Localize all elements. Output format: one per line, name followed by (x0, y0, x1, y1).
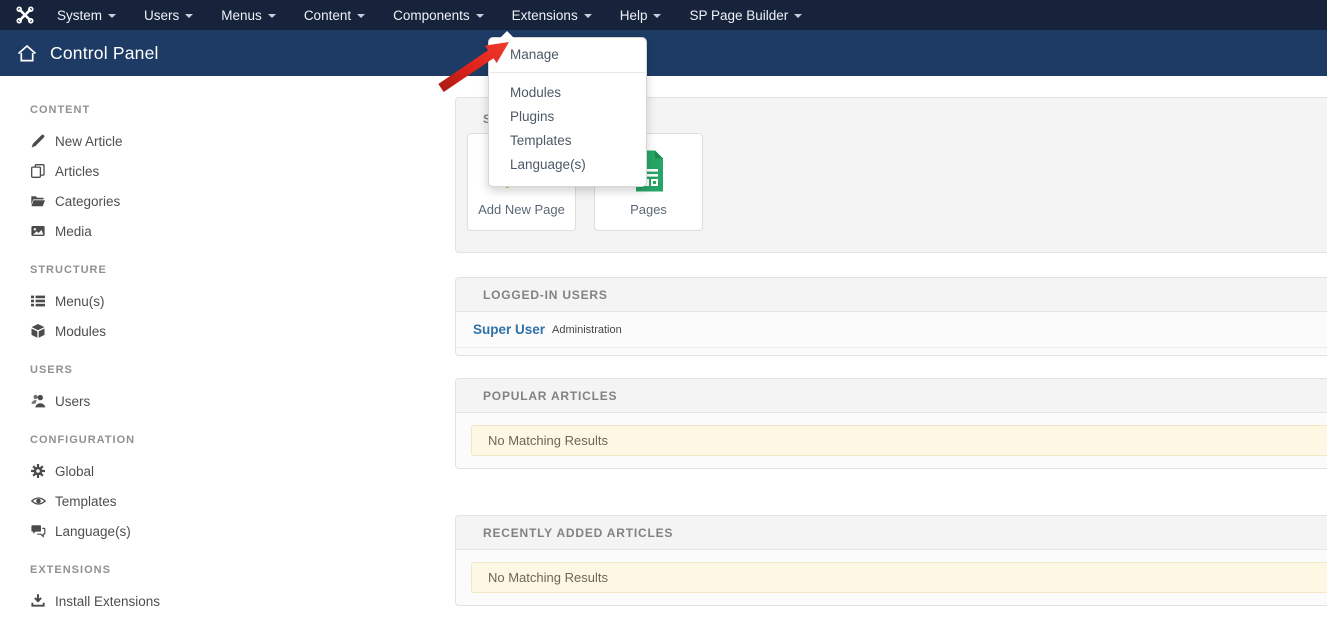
sidebar-section-users: USERS Users (30, 356, 455, 416)
dropdown-item-modules[interactable]: Modules (489, 81, 646, 105)
sidebar-item-articles[interactable]: Articles (30, 156, 455, 186)
dropdown-item-manage[interactable]: Manage (489, 43, 646, 67)
menu-menus[interactable]: Menus (207, 0, 290, 30)
menu-help-label: Help (620, 8, 648, 23)
menu-system[interactable]: System (43, 0, 130, 30)
dropdown-item-templates[interactable]: Templates (489, 129, 646, 153)
caret-down-icon (794, 14, 802, 18)
menu-content-label: Content (304, 8, 351, 23)
sidebar: CONTENT New Article Articles Categories … (0, 76, 455, 635)
add-new-page-label: Add New Page (468, 202, 575, 217)
sidebar-item-modules[interactable]: Modules (30, 316, 455, 346)
menu-sp-page-builder-label: SP Page Builder (689, 8, 788, 23)
eye-icon (30, 494, 46, 509)
pencil-icon (30, 134, 46, 149)
super-user-link[interactable]: Super User (473, 322, 545, 337)
no-results-alert: No Matching Results (471, 425, 1327, 456)
recent-articles-header: RECENTLY ADDED ARTICLES (456, 516, 1327, 550)
caret-down-icon (268, 14, 276, 18)
sidebar-header-structure: STRUCTURE (30, 256, 455, 286)
user-icon (30, 394, 46, 409)
gear-icon (30, 464, 46, 479)
popular-articles-header: POPULAR ARTICLES (456, 379, 1327, 413)
recent-articles-panel: RECENTLY ADDED ARTICLES No Matching Resu… (455, 515, 1327, 606)
sidebar-item-new-article[interactable]: New Article (30, 126, 455, 156)
download-icon (30, 594, 46, 609)
page-title: Control Panel (50, 43, 159, 64)
sidebar-item-label: Categories (55, 194, 120, 209)
menu-content[interactable]: Content (290, 0, 379, 30)
copy-icon (30, 164, 46, 179)
menu-users[interactable]: Users (130, 0, 207, 30)
caret-down-icon (108, 14, 116, 18)
menu-extensions-label: Extensions (512, 8, 578, 23)
logged-in-users-header: LOGGED-IN USERS (456, 278, 1327, 312)
menu-system-label: System (57, 8, 102, 23)
sidebar-item-label: Articles (55, 164, 99, 179)
sidebar-item-label: Global (55, 464, 94, 479)
menu-help[interactable]: Help (606, 0, 676, 30)
sidebar-header-content: CONTENT (30, 96, 455, 126)
sidebar-item-label: Users (55, 394, 90, 409)
sidebar-item-label: Install Extensions (55, 594, 160, 609)
caret-down-icon (584, 14, 592, 18)
sidebar-item-categories[interactable]: Categories (30, 186, 455, 216)
sidebar-item-menus[interactable]: Menu(s) (30, 286, 455, 316)
menu-users-label: Users (144, 8, 179, 23)
logged-in-user-row: Super User Administration (456, 312, 1327, 348)
sidebar-item-label: Menu(s) (55, 294, 105, 309)
caret-down-icon (653, 14, 661, 18)
sidebar-header-extensions: EXTENSIONS (30, 556, 455, 586)
home-icon (17, 44, 37, 63)
sidebar-item-label: Modules (55, 324, 106, 339)
sidebar-section-configuration: CONFIGURATION Global Templates Language(… (30, 426, 455, 546)
dropdown-item-plugins[interactable]: Plugins (489, 105, 646, 129)
dropdown-divider (490, 72, 645, 73)
sidebar-item-templates[interactable]: Templates (30, 486, 455, 516)
caret-down-icon (185, 14, 193, 18)
sidebar-item-media[interactable]: Media (30, 216, 455, 246)
user-location-label: Administration (552, 324, 622, 336)
top-navbar: System Users Menus Content Components Ex… (0, 0, 1327, 30)
menu-components-label: Components (393, 8, 470, 23)
sidebar-item-label: Language(s) (55, 524, 131, 539)
sidebar-header-users: USERS (30, 356, 455, 386)
menu-components[interactable]: Components (379, 0, 498, 30)
popular-articles-panel: POPULAR ARTICLES No Matching Results (455, 378, 1327, 469)
menu-sp-page-builder[interactable]: SP Page Builder (675, 0, 816, 30)
sidebar-section-structure: STRUCTURE Menu(s) Modules (30, 256, 455, 346)
title-bar: Control Panel (0, 30, 1327, 76)
sidebar-section-content: CONTENT New Article Articles Categories … (30, 96, 455, 246)
pages-label: Pages (595, 202, 702, 217)
caret-down-icon (476, 14, 484, 18)
sidebar-item-users[interactable]: Users (30, 386, 455, 416)
sidebar-item-global[interactable]: Global (30, 456, 455, 486)
image-icon (30, 224, 46, 239)
no-results-alert: No Matching Results (471, 562, 1327, 593)
cube-icon (30, 324, 46, 339)
caret-down-icon (357, 14, 365, 18)
sidebar-header-configuration: CONFIGURATION (30, 426, 455, 456)
list-icon (30, 294, 46, 309)
sidebar-section-extensions: EXTENSIONS Install Extensions (30, 556, 455, 616)
joomla-logo-icon[interactable] (16, 6, 34, 24)
dropdown-item-languages[interactable]: Language(s) (489, 153, 646, 177)
comments-icon (30, 524, 46, 539)
sidebar-item-languages[interactable]: Language(s) (30, 516, 455, 546)
sidebar-item-label: Templates (55, 494, 117, 509)
logged-in-users-panel: LOGGED-IN USERS Super User Administratio… (455, 277, 1327, 356)
menu-menus-label: Menus (221, 8, 262, 23)
sidebar-item-install-extensions[interactable]: Install Extensions (30, 586, 455, 616)
sidebar-item-label: Media (55, 224, 92, 239)
extensions-dropdown-menu: Manage Modules Plugins Templates Languag… (488, 37, 647, 187)
sidebar-item-label: New Article (55, 134, 123, 149)
folder-icon (30, 194, 46, 209)
menu-extensions[interactable]: Extensions (498, 0, 606, 30)
